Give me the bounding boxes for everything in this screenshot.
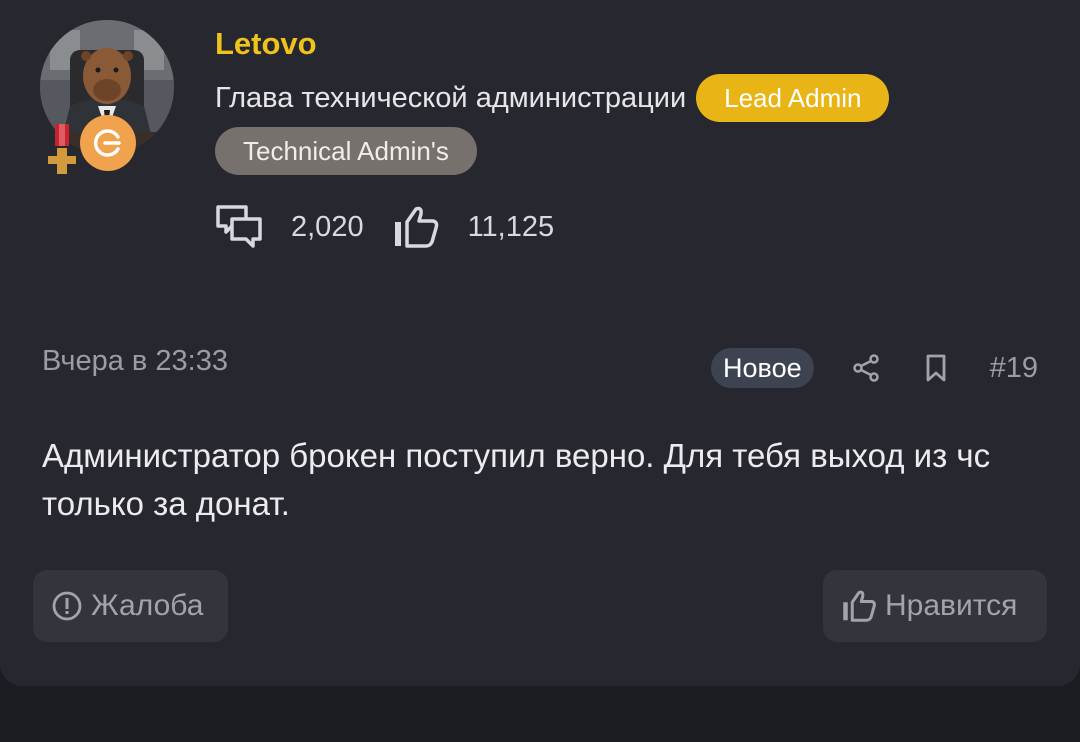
reactions-count: 11,125 bbox=[467, 210, 555, 243]
share-icon[interactable] bbox=[852, 353, 882, 383]
like-label: Нравится bbox=[885, 589, 1018, 622]
bookmark-icon[interactable] bbox=[924, 353, 948, 383]
username[interactable]: Letovo bbox=[215, 26, 317, 62]
rank-g-icon bbox=[80, 115, 136, 171]
like-button[interactable]: Нравится bbox=[823, 570, 1047, 642]
report-icon bbox=[51, 590, 83, 622]
thumbs-up-icon bbox=[392, 205, 440, 249]
comments-icon bbox=[215, 204, 263, 250]
title-row: Глава технической администрации Lead Adm… bbox=[215, 74, 890, 122]
post-number-link[interactable]: #19 bbox=[990, 352, 1038, 385]
author-avatar-block[interactable] bbox=[40, 20, 174, 174]
post-card: Letovo Глава технической администрации L… bbox=[0, 0, 1080, 686]
like-icon bbox=[841, 589, 877, 623]
lead-admin-badge: Lead Admin bbox=[696, 74, 890, 122]
post-date[interactable]: Вчера в 23:33 bbox=[42, 345, 228, 378]
user-title: Глава технической администрации bbox=[215, 81, 687, 114]
post-meta: Новое #19 bbox=[711, 348, 1038, 388]
post-message: Администратор брокен поступил верно. Для… bbox=[42, 437, 991, 522]
report-button[interactable]: Жалоба bbox=[33, 570, 228, 642]
new-badge: Новое bbox=[711, 348, 814, 388]
medal-icon bbox=[44, 124, 80, 181]
technical-admin-badge: Technical Admin's bbox=[215, 127, 477, 175]
report-label: Жалоба bbox=[91, 589, 204, 622]
messages-count: 2,020 bbox=[291, 210, 364, 243]
author-stats: 2,020 11,125 bbox=[215, 204, 582, 250]
